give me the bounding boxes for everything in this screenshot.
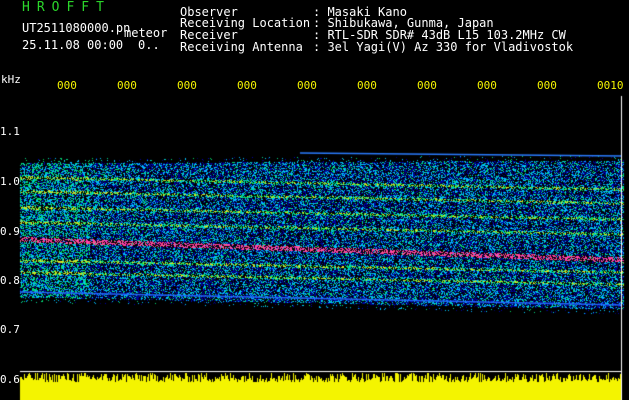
app-title: HROFFT	[22, 0, 111, 15]
y-tick-1-1: 1.1	[0, 125, 20, 138]
time-tick-9: 000	[537, 79, 557, 92]
antenna-label: Receiving Antenna	[180, 40, 303, 54]
frequency-unit-label: kHz	[1, 73, 21, 86]
timestamp-suffix: 0..	[138, 38, 160, 52]
y-tick-0-9: 0.9	[0, 225, 20, 238]
y-tick-0-8: 0.8	[0, 274, 20, 287]
antenna-value: : 3el Yagi(V) Az 330 for Vladivostok	[313, 40, 574, 54]
y-tick-0-7: 0.7	[0, 323, 20, 336]
time-tick-7: 000	[417, 79, 437, 92]
time-tick-10: 0010	[597, 79, 624, 92]
time-tick-5: 000	[297, 79, 317, 92]
y-tick-1-0: 1.0	[0, 175, 20, 188]
time-tick-4: 000	[237, 79, 257, 92]
file-name: UT2511080000.pn	[22, 21, 131, 35]
timestamp: 25.11.08 00:00	[22, 38, 124, 52]
time-tick-3: 000	[177, 79, 197, 92]
time-tick-8: 000	[477, 79, 497, 92]
time-tick-2: 000	[117, 79, 137, 92]
time-tick-1: 000	[57, 79, 77, 92]
time-tick-6: 000	[357, 79, 377, 92]
spectrogram-canvas	[0, 0, 629, 400]
y-tick-0-6: 0.6	[0, 373, 20, 386]
